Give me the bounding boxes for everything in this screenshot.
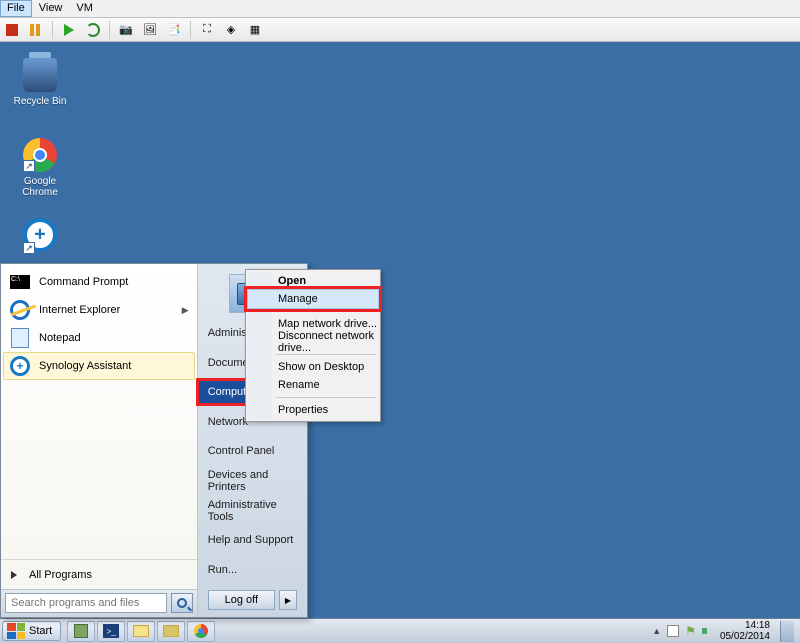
- ie-icon: [9, 299, 31, 321]
- start-menu-search-row: [1, 589, 197, 617]
- synology-icon: ↗: [22, 217, 58, 253]
- console-icon[interactable]: ▦: [247, 22, 263, 38]
- vm-menu-view[interactable]: View: [32, 0, 70, 17]
- toolbar-separator: [109, 21, 110, 39]
- stop-icon[interactable]: [4, 22, 20, 38]
- right-item-help[interactable]: Help and Support: [198, 528, 307, 552]
- context-menu: Open Manage Map network drive... Disconn…: [245, 269, 381, 422]
- libraries-icon: [163, 625, 179, 637]
- synology-icon: [9, 355, 31, 377]
- submenu-arrow-icon: ▶: [182, 305, 189, 316]
- chrome-icon: [194, 624, 208, 638]
- desktop-icon-recycle-bin[interactable]: Recycle Bin: [5, 57, 75, 107]
- action-center-icon[interactable]: [667, 625, 679, 637]
- system-tray: ▲ ⚑ 14:18 05/02/2014: [646, 619, 800, 643]
- ctx-properties[interactable]: Properties: [248, 401, 378, 419]
- logoff-row: Log off ▶: [202, 588, 303, 614]
- right-item-devices[interactable]: Devices and Printers: [198, 469, 307, 493]
- unity-icon[interactable]: ◈: [223, 22, 239, 38]
- pin-explorer[interactable]: [127, 621, 155, 642]
- recycle-bin-icon: [22, 57, 58, 93]
- search-button[interactable]: [171, 593, 193, 613]
- desktop[interactable]: Recycle Bin ↗ Google Chrome ↗ C:\ Comman…: [0, 42, 800, 618]
- clock-date: 05/02/2014: [720, 631, 770, 642]
- desktop-icon-label: Google Chrome: [5, 176, 75, 198]
- play-icon[interactable]: [61, 22, 77, 38]
- powershell-icon: >_: [103, 624, 119, 638]
- right-item-admintools[interactable]: Administrative Tools: [198, 499, 307, 523]
- desktop-icon-label: Recycle Bin: [5, 96, 75, 107]
- taskbar-pins: >_: [63, 619, 219, 643]
- triangle-icon: [11, 571, 17, 579]
- program-command-prompt[interactable]: C:\ Command Prompt: [3, 268, 195, 296]
- vm-menubar: File View VM: [0, 0, 800, 18]
- network-icon[interactable]: ⚑: [685, 624, 696, 638]
- program-label: Internet Explorer: [39, 304, 174, 316]
- taskbar-gap: [219, 619, 646, 643]
- clock-time: 14:18: [720, 620, 770, 631]
- toolbar-separator: [190, 21, 191, 39]
- start-menu-left-pane: C:\ Command Prompt Internet Explorer ▶ N…: [1, 264, 198, 617]
- logoff-button[interactable]: Log off: [208, 590, 275, 610]
- chrome-icon: ↗: [22, 137, 58, 173]
- shield-icon: [253, 292, 267, 306]
- all-programs-label: All Programs: [29, 569, 92, 581]
- start-menu-program-list: C:\ Command Prompt Internet Explorer ▶ N…: [1, 264, 197, 559]
- ctx-separator: [276, 354, 376, 355]
- program-synology-assistant[interactable]: Synology Assistant: [3, 352, 195, 380]
- ctx-open[interactable]: Open: [248, 272, 378, 290]
- pin-chrome[interactable]: [187, 621, 215, 642]
- snapshot-manager-icon[interactable]: 🖼: [142, 22, 158, 38]
- logoff-options-button[interactable]: ▶: [279, 590, 297, 610]
- right-item-run[interactable]: Run...: [198, 558, 307, 582]
- program-notepad[interactable]: Notepad: [3, 324, 195, 352]
- program-label: Notepad: [39, 332, 189, 344]
- ctx-disconnect-drive[interactable]: Disconnect network drive...: [248, 333, 378, 351]
- toolbar-separator: [52, 21, 53, 39]
- pin-server-manager[interactable]: [67, 621, 95, 642]
- desktop-icon-chrome[interactable]: ↗ Google Chrome: [5, 137, 75, 198]
- restart-icon[interactable]: [85, 22, 101, 38]
- snapshot-icon[interactable]: 📷: [118, 22, 134, 38]
- desktop-icon-synology[interactable]: ↗: [5, 217, 75, 256]
- server-manager-icon: [74, 624, 88, 638]
- notepad-icon: [9, 327, 31, 349]
- search-icon: [177, 598, 187, 608]
- ctx-rename[interactable]: Rename: [248, 376, 378, 394]
- explorer-icon: [133, 625, 149, 637]
- vm-menu-file[interactable]: File: [0, 0, 32, 17]
- fullscreen-icon[interactable]: ⛶: [199, 22, 215, 38]
- show-desktop-button[interactable]: [780, 621, 794, 642]
- taskbar: Start >_ ▲ ⚑ 14:18 05/02/2014: [0, 618, 800, 643]
- vm-menu-vm[interactable]: VM: [69, 0, 100, 17]
- program-internet-explorer[interactable]: Internet Explorer ▶: [3, 296, 195, 324]
- pin-libraries[interactable]: [157, 621, 185, 642]
- start-button[interactable]: Start: [2, 621, 61, 641]
- all-programs-button[interactable]: All Programs: [1, 559, 197, 589]
- ctx-show-on-desktop[interactable]: Show on Desktop: [248, 358, 378, 376]
- pin-powershell[interactable]: >_: [97, 621, 125, 642]
- ctx-manage[interactable]: Manage: [247, 289, 379, 309]
- search-input[interactable]: [5, 593, 167, 613]
- program-label: Synology Assistant: [39, 360, 189, 372]
- program-label: Command Prompt: [39, 276, 189, 288]
- ctx-label: Manage: [278, 293, 318, 305]
- vm-toolbar: 📷 🖼 📑 ⛶ ◈ ▦: [0, 18, 800, 42]
- revert-icon[interactable]: 📑: [166, 22, 182, 38]
- start-label: Start: [29, 625, 52, 637]
- volume-icon[interactable]: [702, 626, 714, 636]
- ctx-separator: [276, 397, 376, 398]
- clock[interactable]: 14:18 05/02/2014: [720, 620, 770, 642]
- windows-flag-icon: [7, 623, 25, 639]
- right-item-control-panel[interactable]: Control Panel: [198, 439, 307, 463]
- ctx-separator: [276, 311, 376, 312]
- pause-icon[interactable]: [28, 22, 44, 38]
- cmd-icon: C:\: [9, 271, 31, 293]
- tray-overflow-button[interactable]: ▲: [652, 626, 661, 636]
